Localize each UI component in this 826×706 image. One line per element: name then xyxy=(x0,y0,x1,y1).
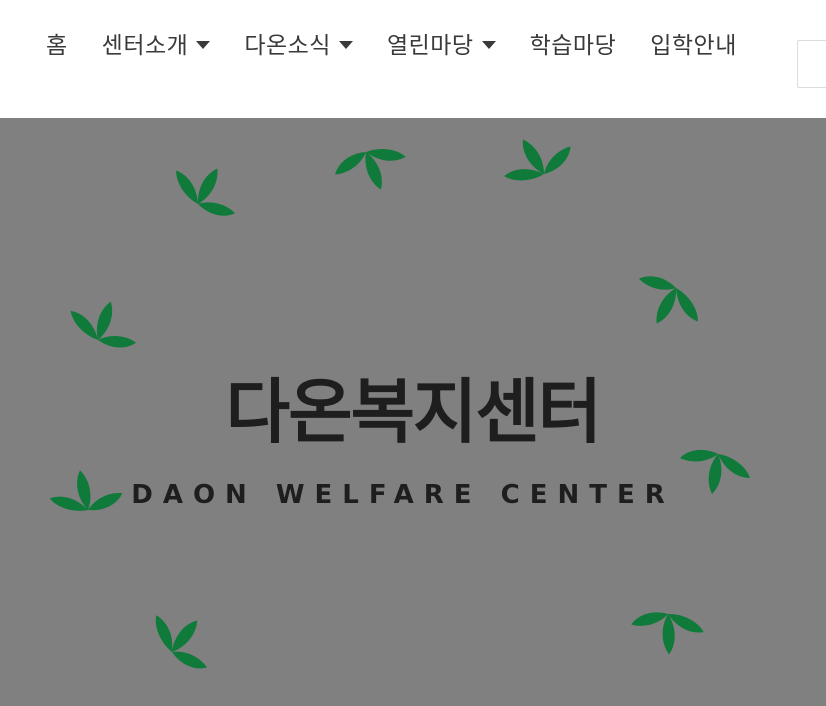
nav-item-community[interactable]: 열린마당 xyxy=(387,26,496,60)
page: 홈 센터소개 다온소식 열린마당 학습마당 입학안내 다온복지센터 DAON W… xyxy=(0,0,826,706)
leaf-icon xyxy=(65,295,143,351)
nav-item-label: 열린마당 xyxy=(386,33,474,59)
caret-down-icon xyxy=(481,40,496,49)
hero-title: 다온복지센터 xyxy=(225,371,602,453)
leaf-icon xyxy=(142,601,225,675)
nav-item-center-intro[interactable]: 센터소개 xyxy=(102,26,211,60)
leaf-icon xyxy=(629,604,707,660)
nav-menu: 홈 센터소개 다온소식 열린마당 학습마당 입학안내 xyxy=(46,26,737,60)
hero-banner: 다온복지센터 DAON WELFARE CENTER xyxy=(0,118,826,706)
nav-item-label: 입학안내 xyxy=(650,33,737,59)
nav-item-label: 다온소식 xyxy=(244,33,331,59)
nav-item-label: 홈 xyxy=(46,33,68,59)
nav-item-home[interactable]: 홈 xyxy=(46,26,68,60)
top-navigation: 홈 센터소개 다온소식 열린마당 학습마당 입학안내 xyxy=(0,0,826,118)
search-input[interactable] xyxy=(797,40,826,88)
caret-down-icon xyxy=(338,40,353,49)
leaf-icon xyxy=(626,271,708,337)
nav-item-admission[interactable]: 입학안내 xyxy=(650,26,737,60)
nav-item-label: 학습마당 xyxy=(529,33,617,59)
leaf-icon xyxy=(166,155,248,221)
hero-subtitle: DAON WELFARE CENTER xyxy=(131,480,675,510)
caret-down-icon xyxy=(196,40,211,49)
nav-item-label: 센터소개 xyxy=(101,33,189,59)
leaf-icon xyxy=(493,118,576,198)
nav-item-learning[interactable]: 학습마당 xyxy=(530,26,617,60)
leaf-icon xyxy=(331,132,414,206)
nav-item-news[interactable]: 다온소식 xyxy=(244,26,353,60)
